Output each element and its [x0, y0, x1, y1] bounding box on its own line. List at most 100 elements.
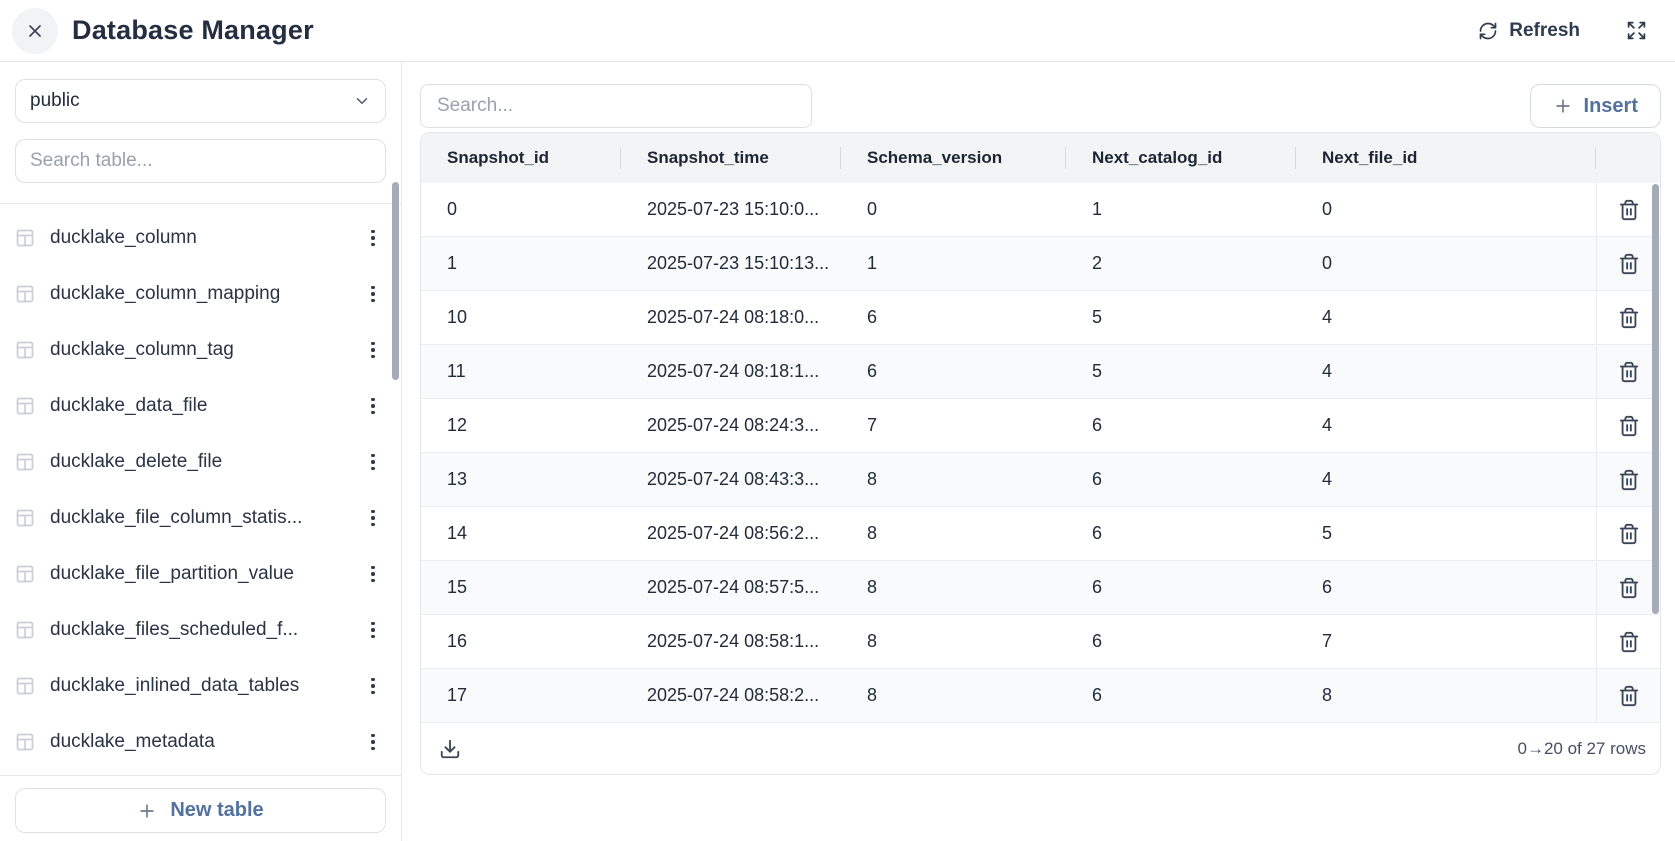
table-cell: 0 [1296, 237, 1596, 290]
table-cell: 6 [1066, 453, 1296, 506]
delete-row-button[interactable] [1610, 353, 1648, 391]
sidebar-table-item[interactable]: ducklake_delete_file [15, 434, 386, 490]
table-row: 132025-07-24 08:43:3...864 [421, 453, 1660, 507]
table-item-label: ducklake_column_tag [50, 339, 234, 361]
table-item-menu-button[interactable] [360, 447, 386, 477]
schema-select[interactable]: public [15, 79, 386, 123]
delete-row-button[interactable] [1610, 407, 1648, 445]
row-action-cell [1596, 399, 1660, 452]
new-table-button[interactable]: New table [15, 788, 386, 833]
table-item-menu-button[interactable] [360, 615, 386, 645]
table-cell: 2025-07-24 08:43:3... [621, 453, 841, 506]
sidebar-table-item[interactable]: ducklake_file_column_statis... [15, 490, 386, 546]
table-cell: 0 [1296, 183, 1596, 236]
sidebar-scrollbar-thumb[interactable] [392, 182, 399, 380]
grid-scrollbar-thumb[interactable] [1652, 184, 1659, 614]
delete-row-button[interactable] [1610, 245, 1648, 283]
delete-row-button[interactable] [1610, 569, 1648, 607]
table-cell: 6 [841, 345, 1066, 398]
fullscreen-button[interactable] [1626, 20, 1647, 41]
table-item-menu-button[interactable] [360, 503, 386, 533]
table-cell: 2025-07-23 15:10:13... [621, 237, 841, 290]
kebab-icon [371, 510, 375, 527]
kebab-icon [371, 734, 375, 751]
table-icon [15, 228, 35, 248]
table-item-menu-button[interactable] [360, 223, 386, 253]
delete-row-button[interactable] [1610, 461, 1648, 499]
trash-icon [1618, 685, 1640, 707]
column-header: Next_file_id [1296, 133, 1596, 183]
trash-icon [1618, 415, 1640, 437]
table-cell: 5 [1066, 345, 1296, 398]
table-row: 162025-07-24 08:58:1...867 [421, 615, 1660, 669]
table-cell: 12 [421, 399, 621, 452]
table-row: 172025-07-24 08:58:2...868 [421, 669, 1660, 723]
table-cell: 6 [1066, 615, 1296, 668]
table-cell: 0 [421, 183, 621, 236]
table-cell: 8 [841, 507, 1066, 560]
delete-row-button[interactable] [1610, 191, 1648, 229]
row-search-input[interactable] [420, 84, 812, 128]
refresh-icon [1478, 21, 1498, 41]
table-cell: 2025-07-24 08:18:1... [621, 345, 841, 398]
table-cell: 6 [1066, 669, 1296, 722]
delete-row-button[interactable] [1610, 515, 1648, 553]
refresh-button[interactable]: Refresh [1478, 20, 1580, 42]
table-item-menu-button[interactable] [360, 559, 386, 589]
table-cell: 2025-07-24 08:58:2... [621, 669, 841, 722]
grid-body: 02025-07-23 15:10:0...010 1 2025-07-23 15… [421, 183, 1660, 723]
sidebar-table-item[interactable]: ducklake_column_tag [15, 322, 386, 378]
table-item-menu-button[interactable] [360, 335, 386, 365]
table-icon [15, 564, 35, 584]
column-header: Snapshot_id [421, 133, 621, 183]
row-action-cell [1596, 453, 1660, 506]
trash-icon [1618, 577, 1640, 599]
insert-button[interactable]: Insert [1530, 84, 1661, 128]
table-search-input[interactable] [15, 139, 386, 183]
close-button[interactable] [12, 8, 58, 54]
table-item-label: ducklake_files_scheduled_f... [50, 619, 298, 641]
table-cell: 5 [1296, 507, 1596, 560]
sidebar-table-item[interactable]: ducklake_column_mapping [15, 266, 386, 322]
sidebar-table-item[interactable]: ducklake_data_file [15, 378, 386, 434]
table-item-menu-button[interactable] [360, 671, 386, 701]
table-icon [15, 452, 35, 472]
table-cell: 1 [1066, 183, 1296, 236]
kebab-icon [371, 398, 375, 415]
table-item-menu-button[interactable] [360, 279, 386, 309]
table-cell: 6 [1066, 399, 1296, 452]
sidebar-table-item[interactable]: ducklake_column [15, 210, 386, 266]
trash-icon [1618, 523, 1640, 545]
table-row: 02025-07-23 15:10:0...010 [421, 183, 1660, 237]
table-item-menu-button[interactable] [360, 727, 386, 757]
trash-icon [1618, 253, 1640, 275]
sidebar: public ducklake_column ducklake_column_m… [0, 62, 402, 841]
table-row: 142025-07-24 08:56:2...865 [421, 507, 1660, 561]
sidebar-table-item[interactable]: ducklake_metadata [15, 714, 386, 770]
row-action-cell [1596, 615, 1660, 668]
table-item-label: ducklake_inlined_data_tables [50, 675, 299, 697]
table-cell: 11 [421, 345, 621, 398]
table-cell: 15 [421, 561, 621, 614]
table-cell: 2025-07-24 08:58:1... [621, 615, 841, 668]
trash-icon [1618, 631, 1640, 653]
table-row: 112025-07-24 08:18:1...654 [421, 345, 1660, 399]
action-header-cell [1596, 133, 1660, 183]
delete-row-button[interactable] [1610, 623, 1648, 661]
kebab-icon [371, 230, 375, 247]
schema-select-value: public [30, 90, 80, 112]
sidebar-table-item[interactable]: ducklake_file_partition_value [15, 546, 386, 602]
plus-icon [1553, 96, 1573, 116]
sidebar-table-item[interactable]: ducklake_files_scheduled_f... [15, 602, 386, 658]
table-cell: 16 [421, 615, 621, 668]
trash-icon [1618, 307, 1640, 329]
delete-row-button[interactable] [1610, 677, 1648, 715]
table-cell: 4 [1296, 399, 1596, 452]
row-action-cell [1596, 507, 1660, 560]
sidebar-table-item[interactable]: ducklake_inlined_data_tables [15, 658, 386, 714]
download-button[interactable] [439, 738, 461, 760]
delete-row-button[interactable] [1610, 299, 1648, 337]
table-item-label: ducklake_file_partition_value [50, 563, 294, 585]
download-icon [439, 738, 461, 760]
table-item-menu-button[interactable] [360, 391, 386, 421]
